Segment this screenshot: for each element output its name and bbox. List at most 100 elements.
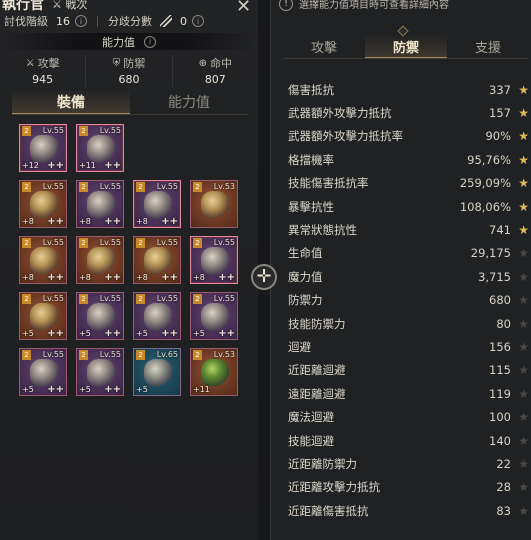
enhance-level: +8 (79, 273, 91, 282)
ability-bar[interactable]: 能力值 i (0, 33, 258, 50)
equipment-slot[interactable]: 2 Lv.55 +5 ++ (19, 348, 67, 396)
favorite-star-icon[interactable]: ★ (511, 223, 529, 237)
stat-row[interactable]: 暴擊抗性 108,06% ★ (285, 195, 529, 218)
stat-label: 命中 (210, 57, 233, 70)
stat-row[interactable]: 遠距離迴避 119 ★ (285, 382, 529, 405)
enhance-level: +12 (22, 161, 39, 170)
slot-bonus: ++ (161, 216, 178, 227)
stat-row[interactable]: 防禦力 680 ★ (285, 289, 529, 312)
favorite-star-icon[interactable]: ★ (511, 410, 529, 424)
expand-plus-button[interactable]: ✛ (251, 264, 277, 290)
tab-divider (12, 114, 248, 115)
enhance-level: +11 (79, 161, 96, 170)
favorite-star-icon[interactable]: ★ (511, 129, 529, 143)
stat-row[interactable]: 格擋機率 95,76% ★ (285, 148, 529, 171)
enhance-level: +8 (136, 217, 148, 226)
exclamation-icon: ! (279, 0, 293, 11)
pvp-slash-icon (160, 15, 172, 27)
favorite-star-icon[interactable]: ★ (511, 153, 529, 167)
item-level: Lv.55 (213, 238, 235, 247)
favorite-star-icon[interactable]: ★ (511, 387, 529, 401)
equipment-slot[interactable]: 2 Lv.55 +8 ++ (133, 236, 181, 284)
stat-row[interactable]: 技能防禦力 80 ★ (285, 312, 529, 335)
item-level: Lv.55 (213, 294, 235, 303)
stat-value: 3,715 (478, 269, 511, 284)
stat-value: 259,09% (459, 176, 511, 191)
stat-label: 攻擊 (37, 57, 60, 70)
character-title: 執行官 ⚔ 戦次 (2, 0, 87, 14)
item-level: Lv.55 (99, 182, 121, 191)
equipment-slot[interactable]: 2 Lv.55 +8 ++ (19, 236, 67, 284)
equipment-slot[interactable]: 2 Lv.53 +11 (190, 348, 238, 396)
info-icon[interactable]: i (144, 35, 156, 48)
item-level: Lv.65 (156, 350, 178, 359)
favorite-star-icon[interactable]: ★ (511, 317, 529, 331)
favorite-star-icon[interactable]: ★ (511, 480, 529, 494)
equipment-slot[interactable]: 2 Lv.53 (190, 180, 238, 228)
stat-defense: ⛨ 防禦 680 (86, 55, 173, 87)
stat-row[interactable]: 武器額外攻擊力抵抗 157 ★ (285, 101, 529, 124)
divider (97, 15, 98, 27)
enhance-level: +11 (193, 385, 210, 394)
stat-row[interactable]: 技能傷害抵抗率 259,09% ★ (285, 172, 529, 195)
tab-ability[interactable]: 能力值 (130, 90, 248, 114)
favorite-star-icon[interactable]: ★ (511, 83, 529, 97)
stat-row[interactable]: 迴避 156 ★ (285, 335, 529, 358)
info-icon[interactable]: i (75, 15, 87, 27)
equipment-slot[interactable]: 2 Lv.65 +5 (133, 348, 181, 396)
tab-attack[interactable]: 攻擊 (283, 34, 365, 58)
favorite-star-icon[interactable]: ★ (511, 457, 529, 471)
item-art-icon (144, 191, 172, 219)
favorite-star-icon[interactable]: ★ (511, 504, 529, 518)
stat-name: 技能傷害抵抗率 (288, 176, 369, 191)
equipment-slot[interactable]: 2 Lv.55 +5 ++ (76, 292, 124, 340)
equipment-slot[interactable]: 2 Lv.55 +8 ++ (19, 180, 67, 228)
equipment-slot[interactable]: 2 Lv.55 +12 ++ (19, 124, 67, 172)
favorite-star-icon[interactable]: ★ (511, 246, 529, 260)
favorite-star-icon[interactable]: ★ (511, 340, 529, 354)
stat-row[interactable]: 異常狀態抗性 741 ★ (285, 218, 529, 241)
favorite-star-icon[interactable]: ★ (511, 200, 529, 214)
slot-bonus: ++ (104, 328, 121, 339)
equipment-slot[interactable]: 2 Lv.55 +5 ++ (133, 292, 181, 340)
item-level: Lv.55 (42, 182, 64, 191)
stat-name: 格擋機率 (288, 152, 334, 167)
character-class-name: 執行官 (2, 0, 44, 13)
tab-defense[interactable]: 防禦 (365, 34, 447, 58)
stat-row[interactable]: 技能迴避 140 ★ (285, 429, 529, 452)
favorite-star-icon[interactable]: ★ (511, 434, 529, 448)
equipment-slot[interactable]: 2 Lv.55 +8 ++ (133, 180, 181, 228)
equipment-slot[interactable]: 2 Lv.55 +5 ++ (19, 292, 67, 340)
stat-row[interactable]: 近距離迴避 115 ★ (285, 359, 529, 382)
stat-row[interactable]: 近距離攻擊力抵抗 28 ★ (285, 476, 529, 499)
item-level: Lv.53 (213, 350, 235, 359)
equipment-slot[interactable]: 2 Lv.55 +8 ++ (190, 236, 238, 284)
stat-row[interactable]: 魔力值 3,715 ★ (285, 265, 529, 288)
stat-name: 迴避 (288, 339, 311, 354)
tab-equipment[interactable]: 裝備 (12, 90, 130, 114)
stat-row[interactable]: 魔法迴避 100 ★ (285, 405, 529, 428)
grade-badge: 2 (22, 182, 31, 192)
left-tabs: 裝備 能力值 (12, 90, 248, 114)
stat-row[interactable]: 近距離防禦力 22 ★ (285, 452, 529, 475)
stat-value: 119 (489, 386, 511, 401)
favorite-star-icon[interactable]: ★ (511, 176, 529, 190)
equipment-slot[interactable]: 2 Lv.55 +8 ++ (76, 180, 124, 228)
tab-support[interactable]: 支援 (447, 34, 529, 58)
stat-row[interactable]: 傷害抵抗 337 ★ (285, 78, 529, 101)
close-icon[interactable]: ✕ (236, 0, 251, 17)
equipment-slot[interactable]: 2 Lv.55 +5 ++ (190, 292, 238, 340)
stat-row[interactable]: 生命值 29,175 ★ (285, 242, 529, 265)
favorite-star-icon[interactable]: ★ (511, 293, 529, 307)
equipment-slot[interactable]: 2 Lv.55 +11 ++ (76, 124, 124, 172)
favorite-star-icon[interactable]: ★ (511, 106, 529, 120)
favorite-star-icon[interactable]: ★ (511, 270, 529, 284)
stat-row[interactable]: 近距離傷害抵抗 83 ★ (285, 499, 529, 522)
favorite-star-icon[interactable]: ★ (511, 363, 529, 377)
item-art-icon (201, 303, 229, 331)
equipment-slot[interactable]: 2 Lv.55 +5 ++ (76, 348, 124, 396)
stat-row[interactable]: 武器額外攻擊力抵抗率 90% ★ (285, 125, 529, 148)
info-icon[interactable]: i (192, 15, 204, 27)
equipment-slot[interactable]: 2 Lv.55 +8 ++ (76, 236, 124, 284)
item-art-icon (144, 359, 172, 387)
